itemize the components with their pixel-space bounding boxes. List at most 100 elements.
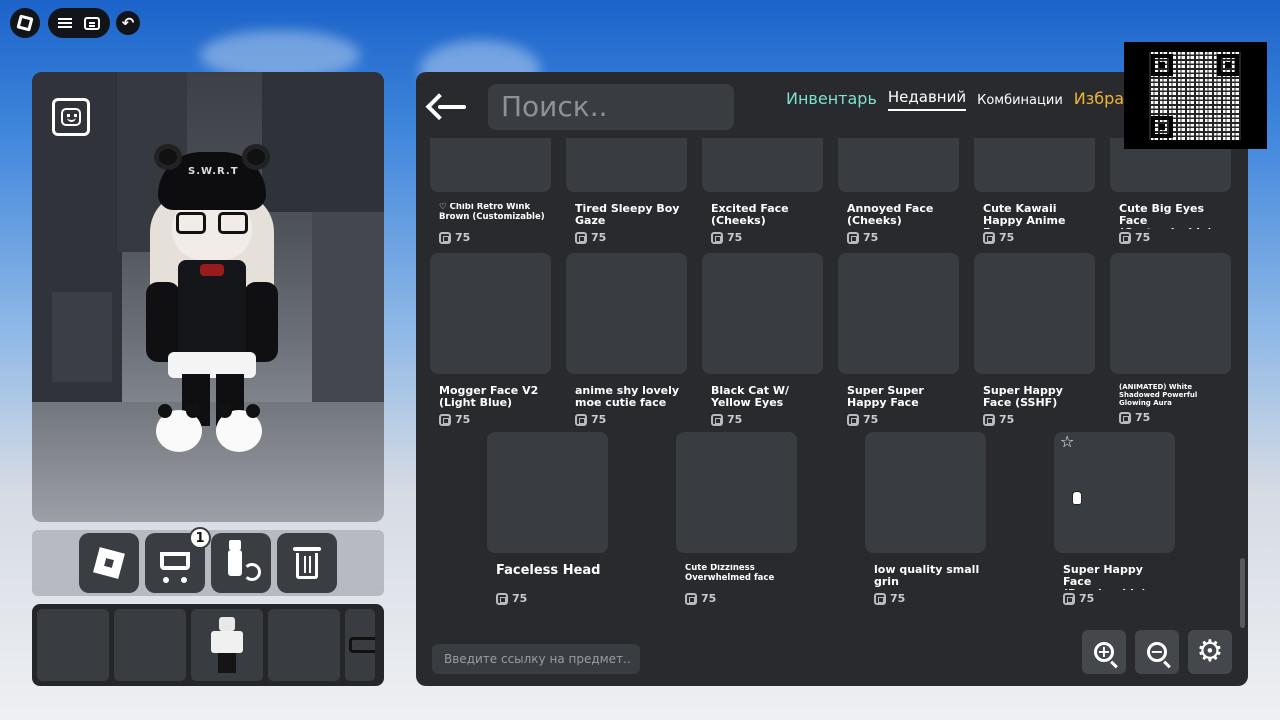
back-arrow-icon[interactable] [434,94,468,120]
avatar-preview[interactable]: S.W.R.T [32,72,384,522]
catalog-item[interactable]: Cute Dizziness Overwhelmed face 75 [676,432,797,605]
catalog-item[interactable]: Super Happy Face (Recolorable) 75 [1054,432,1175,605]
gear-icon: ⚙ [1196,634,1224,669]
robux-icon [1119,411,1131,424]
item-name: anime shy lovely moe cutie face [575,385,680,409]
item-name: low quality small grin [874,564,980,588]
item-price: 75 [1110,411,1231,424]
robux-icon [439,231,451,244]
catalog-item[interactable]: Cute Big Eyes Face (Customizable) 75 [1110,138,1231,244]
item-name: Cute Dizziness Overwhelmed face [685,564,775,583]
zoom-in-icon: + [1094,642,1114,662]
favorite-star-icon[interactable]: ☆ [1060,432,1074,451]
item-price: 75 [430,231,551,244]
tab-recent[interactable]: Недавний [887,88,967,111]
roblox-logo-icon [16,14,34,32]
robux-icon [496,592,508,605]
avatar-arm [146,282,180,362]
catalog-item[interactable]: Mogger Face V2 (Light Blue) 75 [430,253,551,426]
item-name: Super Happy Face (Recolorable) [1063,564,1146,590]
item-link-input[interactable] [432,644,640,674]
tab-combinations[interactable]: Комбинации [977,93,1063,111]
item-name: Faceless Head [496,564,601,578]
robux-icon [983,413,995,426]
item-name: Cute Kawaii Happy Anime Face [983,203,1066,229]
robux-icon [711,231,723,244]
chat-icon[interactable] [84,16,100,30]
catalog-item[interactable]: Super Happy Face (SSHF) 75 [974,253,1095,426]
zoom-out-button[interactable]: − [1135,630,1179,674]
item-price: 75 [838,231,959,244]
item-price: 75 [566,413,687,426]
top-menu-group [48,8,110,38]
equipped-slot[interactable] [114,609,186,681]
avatar-shoe [156,404,202,452]
mouse-cursor [1072,491,1082,505]
item-name: Super Super Happy Face [847,385,924,409]
zoom-out-icon: − [1147,642,1167,662]
settings-button[interactable]: ⚙ [1188,630,1232,674]
cart-icon [160,552,190,570]
avatar-character: S.W.R.T [142,144,282,462]
item-name: Black Cat W/ Yellow Eyes [711,385,789,409]
catalog-item[interactable]: Excited Face (Cheeks) 75 [702,138,823,244]
roblox-menu-button[interactable] [10,8,40,38]
face-capture-button[interactable] [52,98,90,136]
roblox-logo-icon [93,547,125,579]
background-building [312,212,384,412]
catalog-tabs: Инвентарь Недавний Комбинации Избран [786,88,1135,111]
item-price: 75 [430,413,551,426]
swap-avatar-button[interactable] [211,533,271,593]
catalog-scrollbar[interactable] [1240,558,1245,628]
equipped-slot[interactable] [345,609,375,681]
robux-icon [847,413,859,426]
catalog-item[interactable]: Annoyed Face (Cheeks) 75 [838,138,959,244]
item-name: Annoyed Face (Cheeks) [847,203,934,227]
face-scan-icon [61,108,81,126]
equipped-slot[interactable] [191,609,263,681]
item-name: Tired Sleepy Boy Gaze [575,203,680,227]
undo-button[interactable]: ↶ [116,11,140,35]
avatar-arm [244,282,278,362]
catalog-item[interactable]: Black Cat W/ Yellow Eyes 75 [702,253,823,426]
robux-icon [575,413,587,426]
catalog-item[interactable]: (ANIMATED) White Shadowed Powerful Glowi… [1110,253,1231,424]
tab-inventory[interactable]: Инвентарь [786,89,877,111]
robux-icon [874,592,886,605]
item-name: ♡ Chibi Retro Wink Brown (Customizable) [439,203,545,222]
catalog-item[interactable]: ♡ Chibi Retro Wink Brown (Customizable) … [430,138,551,244]
robux-icon [983,231,995,244]
undo-icon: ↶ [121,14,135,32]
avatar-shoe [216,404,262,452]
avatar-glasses [176,212,248,234]
catalog-item[interactable]: Faceless Head 75 [487,432,608,605]
avatar-action-bar: 1 [32,527,384,596]
search-input[interactable] [488,84,734,130]
roblox-avatar-button[interactable] [79,533,139,593]
robux-icon [1063,592,1075,605]
item-price: 75 [838,413,959,426]
catalog-item[interactable]: anime shy lovely moe cutie face 75 [566,253,687,426]
item-name: Excited Face (Cheeks) [711,203,789,227]
robux-icon [575,231,587,244]
catalog-item[interactable]: Cute Kawaii Happy Anime Face 75 [974,138,1095,244]
swap-avatar-icon [228,540,242,576]
item-price: 75 [974,413,1095,426]
catalog-item[interactable]: low quality small grin 75 [865,432,986,605]
catalog-item[interactable]: Tired Sleepy Boy Gaze 75 [566,138,687,244]
item-name: Mogger Face V2 (Light Blue) [439,385,539,409]
qr-code [1124,42,1267,149]
hamburger-icon[interactable] [58,18,72,28]
catalog-panel: Инвентарь Недавний Комбинации Избран ♡ C… [416,72,1248,686]
equipped-items-strip[interactable] [32,604,384,686]
catalog-grid[interactable]: ♡ Chibi Retro Wink Brown (Customizable) … [416,138,1248,686]
item-name: (ANIMATED) White Shadowed Powerful Glowi… [1119,383,1198,407]
equipped-slot[interactable] [37,609,109,681]
cart-button[interactable]: 1 [145,527,211,593]
zoom-in-button[interactable]: + [1082,630,1126,674]
equipped-slot[interactable] [268,609,340,681]
robux-icon [439,413,451,426]
clear-outfit-button[interactable] [277,533,337,593]
item-name: Cute Big Eyes Face (Customizable) [1119,203,1212,229]
catalog-item[interactable]: Super Super Happy Face 75 [838,253,959,426]
